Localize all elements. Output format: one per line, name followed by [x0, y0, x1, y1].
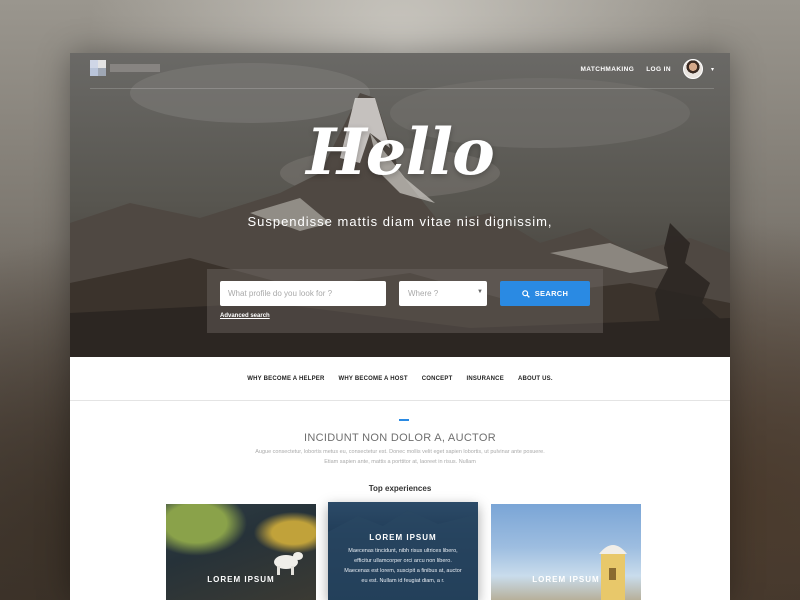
search-button-label: SEARCH — [534, 289, 569, 298]
experience-card-1-label: LOREM IPSUM — [207, 575, 275, 584]
secondary-menu: WHY BECOME A HELPER WHY BECOME A HOST CO… — [70, 357, 730, 401]
location-select[interactable]: Where ? ▼ — [399, 281, 487, 306]
experience-card-3[interactable]: LOREM IPSUM — [491, 504, 641, 600]
nav-right-group: MATCHMAKING LOG IN ▾ — [580, 57, 714, 81]
experience-card-1[interactable]: LOREM IPSUM — [166, 504, 316, 600]
search-panel: Where ? ▼ SEARCH Advanced search — [207, 269, 603, 333]
menu-item-about-us[interactable]: ABOUT US. — [518, 376, 553, 382]
search-button[interactable]: SEARCH — [500, 281, 590, 306]
menu-item-why-become-host[interactable]: WHY BECOME A HOST — [339, 376, 408, 382]
windmill-tower-image — [599, 545, 627, 600]
section-accent-divider — [399, 419, 409, 421]
experiences-heading: Top experiences — [368, 484, 432, 493]
experience-card-2[interactable]: LOREM IPSUM Maecenas tincidunt, nibh ris… — [328, 502, 478, 600]
top-navigation: MATCHMAKING LOG IN ▾ — [90, 53, 714, 89]
advanced-search-link[interactable]: Advanced search — [220, 313, 270, 319]
nav-link-matchmaking[interactable]: MATCHMAKING — [580, 66, 634, 73]
goat-image — [274, 552, 303, 575]
location-select-placeholder: Where ? — [408, 289, 439, 298]
section-description: Augue consectetur, lobortis metus eu, co… — [255, 449, 545, 465]
experience-card-3-label: LOREM IPSUM — [532, 575, 600, 584]
menu-item-insurance[interactable]: INSURANCE — [466, 376, 503, 382]
brand-logo[interactable] — [90, 60, 162, 76]
nav-link-login[interactable]: LOG IN — [646, 66, 671, 73]
user-avatar[interactable] — [682, 59, 703, 79]
dropdown-arrow-icon: ▼ — [477, 289, 483, 295]
menu-item-why-become-helper[interactable]: WHY BECOME A HELPER — [247, 376, 324, 382]
chevron-down-icon[interactable]: ▾ — [711, 66, 714, 73]
hero-title: Hello — [306, 115, 495, 190]
search-icon — [521, 289, 530, 298]
hero-subtitle: Suspendisse mattis diam vitae nisi digni… — [247, 214, 553, 229]
experience-card-2-body: Maecenas tincidunt, nibh risus ultrices … — [344, 548, 462, 584]
hero-section: MATCHMAKING LOG IN ▾ Hello Suspendisse m… — [70, 53, 730, 357]
page-frame: MATCHMAKING LOG IN ▾ Hello Suspendisse m… — [70, 53, 730, 600]
section-title: INCIDUNT NON DOLOR A, AUCTOR — [304, 432, 496, 444]
profile-search-input[interactable] — [220, 281, 386, 306]
menu-item-concept[interactable]: CONCEPT — [422, 376, 453, 382]
experience-card-2-title: LOREM IPSUM — [369, 533, 437, 542]
